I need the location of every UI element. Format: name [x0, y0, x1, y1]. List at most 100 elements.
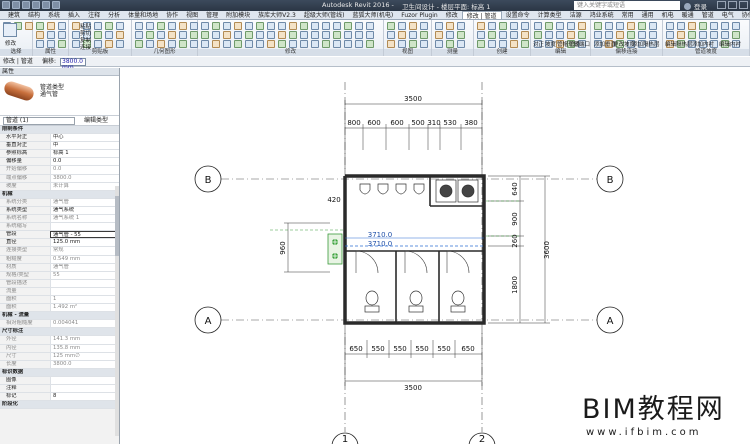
ribbon-tool-icon[interactable]	[135, 40, 143, 48]
tab-1[interactable]: 结构	[24, 11, 44, 19]
modify-button[interactable]	[3, 23, 17, 37]
ribbon-tool-icon[interactable]	[300, 22, 308, 30]
ribbon-tool-icon[interactable]	[179, 22, 187, 30]
ribbon-tool-icon[interactable]	[732, 31, 740, 39]
search-input[interactable]: 键入关键字或短语	[574, 1, 680, 10]
tab-11[interactable]: 族库大师V2.3	[254, 11, 300, 19]
ribbon-tool-icon[interactable]	[146, 40, 154, 48]
tab-9[interactable]: 管理	[202, 11, 222, 19]
properties-scrollbar[interactable]	[115, 186, 119, 436]
edit-item-0[interactable]: 对正	[533, 40, 544, 48]
ribbon-tool-icon[interactable]	[556, 31, 564, 39]
tab-22[interactable]: 通用	[638, 11, 658, 19]
ribbon-tool-icon[interactable]	[409, 40, 417, 48]
minimize-button[interactable]	[717, 1, 726, 9]
ribbon-tool-icon[interactable]	[157, 22, 165, 30]
ribbon-tool-icon[interactable]	[677, 31, 685, 39]
ribbon-tool-icon[interactable]	[289, 40, 297, 48]
floor-plan-drawing[interactable]: B B A A 1 2 3500800 600 600 500 310 530 …	[121, 68, 750, 444]
ribbon-tool-icon[interactable]	[146, 22, 154, 30]
ribbon-tool-icon[interactable]	[47, 40, 55, 48]
ribbon-tool-icon[interactable]	[135, 22, 143, 30]
ribbon-tool-icon[interactable]	[420, 22, 428, 30]
ribbon-tool-icon[interactable]	[234, 40, 242, 48]
ribbon-tool-icon[interactable]	[289, 22, 297, 30]
ribbon-tool-icon[interactable]	[398, 22, 406, 30]
instance-filter-dropdown[interactable]: 管道 (1)	[3, 117, 75, 125]
ribbon-tool-icon[interactable]	[366, 40, 374, 48]
ribbon-tool-icon[interactable]	[72, 40, 80, 48]
ribbon-tool-icon[interactable]	[322, 22, 330, 30]
property-value[interactable]	[50, 385, 119, 393]
property-value[interactable]: 125.0 mm	[50, 239, 119, 247]
ribbon-tool-icon[interactable]	[594, 31, 602, 39]
slope-item-0[interactable]: 编辑隔热层	[665, 40, 693, 48]
tab-23[interactable]: 机电	[658, 11, 678, 19]
ribbon-tool-icon[interactable]	[245, 40, 253, 48]
ribbon-tool-icon[interactable]	[311, 31, 319, 39]
property-value[interactable]	[50, 376, 119, 384]
user-menu[interactable]: 登录	[684, 1, 707, 11]
scroll-thumb[interactable]	[115, 196, 119, 256]
ribbon-tool-icon[interactable]	[409, 31, 417, 39]
type-selector[interactable]: 管道类型 通气管	[0, 76, 119, 116]
ribbon-tool-icon[interactable]	[732, 22, 740, 30]
ribbon-tool-icon[interactable]	[58, 22, 66, 30]
tab-17[interactable]: 设置命令	[502, 11, 534, 19]
ribbon-tool-icon[interactable]	[245, 22, 253, 30]
ribbon-tool-icon[interactable]	[25, 22, 33, 30]
ribbon-tool-icon[interactable]	[420, 31, 428, 39]
ribbon-tool-icon[interactable]	[47, 22, 55, 30]
ribbon-tool-icon[interactable]	[179, 40, 187, 48]
tab-27[interactable]: 协作	[738, 11, 750, 19]
tab-5[interactable]: 分析	[104, 11, 124, 19]
ribbon-tool-icon[interactable]	[510, 22, 518, 30]
ribbon-tool-icon[interactable]	[157, 31, 165, 39]
ribbon-tool-icon[interactable]	[168, 22, 176, 30]
ribbon-tool-icon[interactable]	[58, 40, 66, 48]
ribbon-tool-icon[interactable]	[488, 22, 496, 30]
ribbon-tool-icon[interactable]	[116, 22, 124, 30]
ribbon-tool-icon[interactable]	[36, 22, 44, 30]
ribbon-tool-icon[interactable]	[521, 40, 529, 48]
ribbon-tool-icon[interactable]	[289, 31, 297, 39]
ribbon-tool-icon[interactable]	[677, 22, 685, 30]
ribbon-tool-icon[interactable]	[649, 31, 657, 39]
ribbon-tool-icon[interactable]	[457, 40, 465, 48]
ribbon-tool-icon[interactable]	[190, 40, 198, 48]
ribbon-tool-icon[interactable]	[688, 31, 696, 39]
ribbon-tool-icon[interactable]	[135, 31, 143, 39]
ribbon-tool-icon[interactable]	[344, 31, 352, 39]
ribbon-tool-icon[interactable]	[94, 31, 102, 39]
ribbon-tool-icon[interactable]	[267, 40, 275, 48]
ribbon-tool-icon[interactable]	[477, 22, 485, 30]
tab-0[interactable]: 建筑	[4, 11, 24, 19]
ribbon-tool-icon[interactable]	[616, 22, 624, 30]
tab-25[interactable]: 管道	[698, 11, 718, 19]
ribbon-tool-icon[interactable]	[311, 40, 319, 48]
ribbon-tool-icon[interactable]	[355, 31, 363, 39]
tab-18[interactable]: 计算类型	[534, 11, 566, 19]
property-group[interactable]: 标识数据	[0, 368, 119, 377]
print-icon[interactable]	[42, 1, 50, 9]
drawing-area[interactable]: B B A A 1 2 3500 800 600 600 500 310 530…	[121, 68, 750, 444]
ribbon-tool-icon[interactable]	[409, 22, 417, 30]
ribbon-tool-icon[interactable]	[488, 40, 496, 48]
ribbon-tool-icon[interactable]	[190, 22, 198, 30]
ribbon-tool-icon[interactable]	[457, 31, 465, 39]
ribbon-tool-icon[interactable]	[201, 22, 209, 30]
ribbon-tool-icon[interactable]	[499, 40, 507, 48]
tab-26[interactable]: 电气	[718, 11, 738, 19]
ribbon-tool-icon[interactable]	[201, 40, 209, 48]
ribbon-tool-icon[interactable]	[638, 31, 646, 39]
ribbon-tool-icon[interactable]	[521, 31, 529, 39]
ribbon-tool-icon[interactable]	[521, 22, 529, 30]
ribbon-tool-icon[interactable]	[446, 40, 454, 48]
ribbon-tool-icon[interactable]	[223, 31, 231, 39]
property-value[interactable]: 0.0	[50, 158, 119, 166]
tab-7[interactable]: 协作	[162, 11, 182, 19]
ribbon-tool-icon[interactable]	[223, 22, 231, 30]
ribbon-tool-icon[interactable]	[710, 22, 718, 30]
tab-19[interactable]: 洁源	[566, 11, 586, 19]
tab-24[interactable]: 暖通	[678, 11, 698, 19]
